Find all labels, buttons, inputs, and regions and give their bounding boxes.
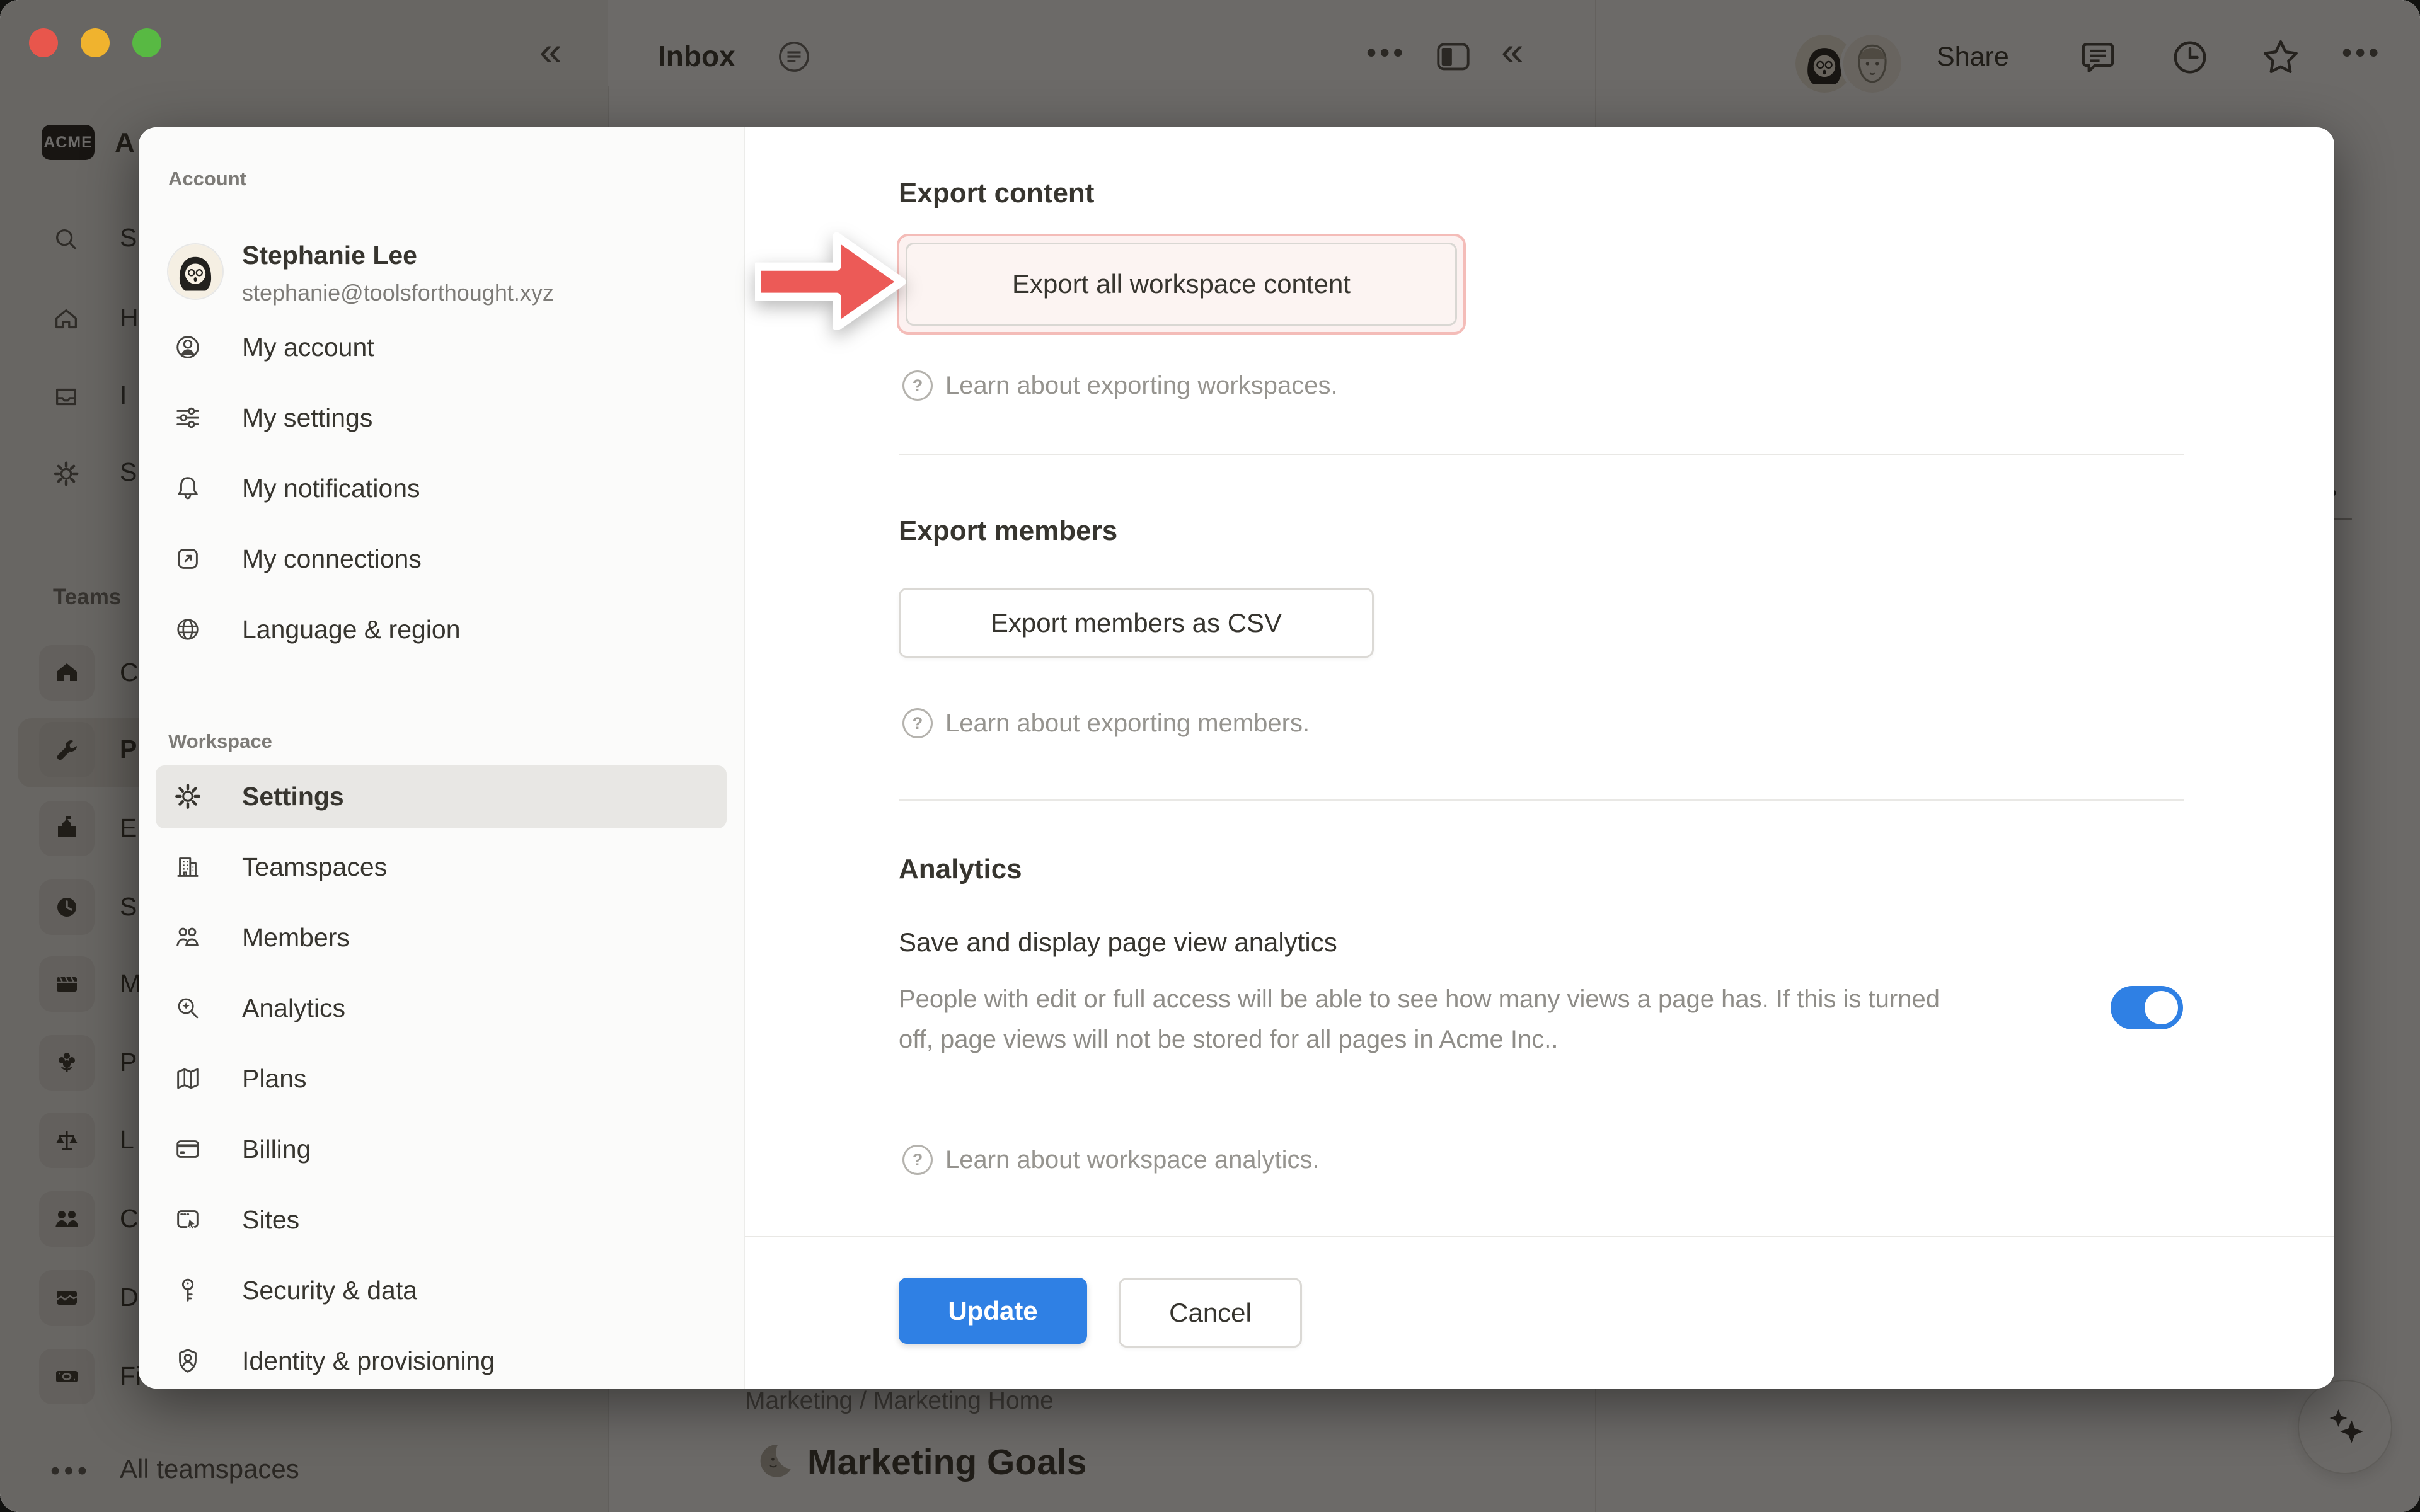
analytics-setting-title: Save and display page view analytics — [899, 927, 1337, 958]
close-button[interactable] — [29, 28, 58, 57]
map-icon — [173, 1064, 202, 1093]
analytics-description: People with edit or full access will be … — [899, 979, 1970, 1060]
person-circle-icon — [173, 333, 202, 362]
browser-cursor-icon — [173, 1205, 202, 1234]
app-window: ACME A S H I S Teams C P — [0, 0, 2420, 1512]
export-all-workspace-content-button[interactable]: Export all workspace content — [906, 243, 1457, 326]
workspace-section-header: Workspace — [168, 721, 744, 762]
learn-exporting-workspaces-link[interactable]: ? Learn about exporting workspaces. — [902, 370, 1338, 401]
help-icon: ? — [902, 708, 933, 738]
sidebar-item-teamspaces[interactable]: Teamspaces — [156, 836, 727, 899]
sidebar-item-label: Language & region — [242, 615, 461, 644]
update-button[interactable]: Update — [899, 1278, 1087, 1344]
analytics-heading: Analytics — [899, 854, 1022, 885]
user-name: Stephanie Lee — [242, 241, 417, 270]
help-label: Learn about workspace analytics. — [945, 1146, 1320, 1174]
zoom-button[interactable] — [132, 28, 161, 57]
user-avatar — [168, 244, 222, 299]
divider — [899, 799, 2184, 801]
sidebar-item-settings[interactable]: Settings — [156, 765, 727, 828]
sidebar-item-label: Billing — [242, 1135, 311, 1164]
export-highlight-box: Export all workspace content — [897, 234, 1466, 335]
help-label: Learn about exporting workspaces. — [945, 372, 1338, 400]
sidebar-item-language-region[interactable]: Language & region — [156, 598, 727, 662]
screen: ACME A S H I S Teams C P — [0, 0, 2420, 1512]
sidebar-item-label: Identity & provisioning — [242, 1346, 495, 1376]
learn-exporting-members-link[interactable]: ? Learn about exporting members. — [902, 708, 1310, 738]
sidebar-item-label: Analytics — [242, 994, 345, 1023]
sidebar-item-label: Members — [242, 923, 350, 953]
settings-sidebar: Account Stephanie Lee stephanie@toolsfor… — [139, 127, 745, 1389]
members-icon — [173, 923, 202, 952]
key-icon — [173, 1276, 202, 1305]
credit-card-icon — [173, 1135, 202, 1164]
settings-modal: Account Stephanie Lee stephanie@toolsfor… — [139, 127, 2334, 1389]
sidebar-item-label: My connections — [242, 544, 422, 574]
help-icon: ? — [902, 1145, 933, 1175]
sidebar-item-my-settings[interactable]: My settings — [156, 387, 727, 450]
building-icon — [173, 852, 202, 881]
export-content-heading: Export content — [899, 178, 1094, 209]
sidebar-item-label: Teamspaces — [242, 852, 387, 882]
sidebar-item-label: Plans — [242, 1064, 307, 1094]
tutorial-arrow-icon — [755, 232, 906, 330]
sidebar-item-security-data[interactable]: Security & data — [156, 1259, 727, 1322]
magnifier-sparkle-icon — [173, 994, 202, 1022]
minimize-button[interactable] — [81, 28, 110, 57]
sidebar-item-analytics[interactable]: Analytics — [156, 977, 727, 1040]
gear-icon — [173, 782, 202, 811]
help-label: Learn about exporting members. — [945, 709, 1310, 738]
footer-divider — [745, 1236, 2334, 1237]
export-members-csv-button[interactable]: Export members as CSV — [899, 588, 1374, 658]
sidebar-item-sites[interactable]: Sites — [156, 1189, 727, 1252]
sidebar-item-label: My notifications — [242, 474, 420, 503]
sidebar-item-label: My account — [242, 333, 374, 362]
help-icon: ? — [902, 370, 933, 401]
export-members-heading: Export members — [899, 515, 1117, 547]
sliders-icon — [173, 403, 202, 432]
user-email: stephanie@toolsforthought.xyz — [242, 280, 554, 306]
sidebar-item-my-connections[interactable]: My connections — [156, 528, 727, 591]
window-controls — [29, 28, 161, 57]
bell-icon — [173, 474, 202, 503]
id-badge-icon — [173, 1346, 202, 1375]
account-user[interactable]: Stephanie Lee stephanie@toolsforthought.… — [168, 243, 744, 312]
sidebar-item-label: My settings — [242, 403, 372, 433]
arrow-out-box-icon — [173, 544, 202, 573]
sidebar-item-members[interactable]: Members — [156, 907, 727, 970]
toggle-knob — [2145, 991, 2178, 1024]
sidebar-item-label: Sites — [242, 1205, 299, 1235]
cancel-button[interactable]: Cancel — [1119, 1278, 1302, 1348]
sidebar-item-billing[interactable]: Billing — [156, 1118, 727, 1181]
learn-workspace-analytics-link[interactable]: ? Learn about workspace analytics. — [902, 1145, 1320, 1175]
globe-icon — [173, 615, 202, 644]
settings-content: Export content Export all workspace cont… — [745, 127, 2334, 1389]
sidebar-item-label: Settings — [242, 782, 344, 811]
sidebar-item-identity-provisioning[interactable]: Identity & provisioning — [156, 1330, 727, 1389]
sidebar-item-label: Security & data — [242, 1276, 417, 1305]
sidebar-item-plans[interactable]: Plans — [156, 1048, 727, 1111]
sidebar-item-my-notifications[interactable]: My notifications — [156, 457, 727, 520]
divider — [899, 454, 2184, 455]
analytics-toggle[interactable] — [2111, 986, 2183, 1029]
account-section-header: Account — [168, 159, 744, 199]
sidebar-item-my-account[interactable]: My account — [156, 316, 727, 379]
